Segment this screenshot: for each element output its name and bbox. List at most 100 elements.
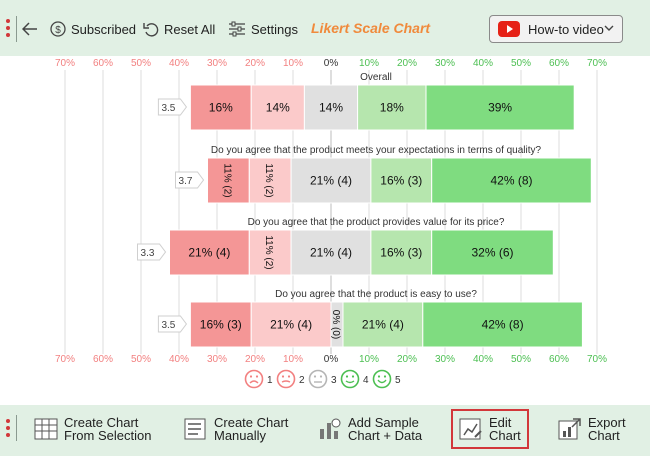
data-label: 16% <box>209 101 233 115</box>
legend-label: 2 <box>299 375 305 386</box>
undo-icon <box>143 23 159 37</box>
x-tick-label: 20% <box>245 58 265 69</box>
data-label: 21% (4) <box>310 174 352 188</box>
data-label: 16% (3) <box>200 318 242 332</box>
data-label: 16% (3) <box>380 246 422 260</box>
question-label: Do you agree that the product meets your… <box>211 145 542 156</box>
x-tick-label: 10% <box>283 58 303 69</box>
x-tick-label: 70% <box>587 58 607 69</box>
x-tick-label: 70% <box>587 354 607 365</box>
x-tick-label: 60% <box>93 354 113 365</box>
x-tick-label: 30% <box>435 354 455 365</box>
happy-face-icon <box>372 369 392 389</box>
sad-face-icon <box>276 369 296 389</box>
table-icon <box>34 418 58 440</box>
data-label: 21% (4) <box>310 246 352 260</box>
x-tick-label: 10% <box>359 354 379 365</box>
subscribed-label: Subscribed <box>71 21 137 37</box>
legend-label: 5 <box>395 375 401 386</box>
data-label: 32% (6) <box>471 246 513 260</box>
x-tick-label: 60% <box>549 354 569 365</box>
export-chart-icon <box>558 418 581 440</box>
x-tick-label: 30% <box>207 58 227 69</box>
bar-chart-sample-icon <box>320 418 341 439</box>
create-chart-from-selection-button[interactable]: Create Chart From Selection <box>34 413 151 445</box>
question-label: Do you agree that the product is easy to… <box>275 289 477 300</box>
edit-chart-line2: Chart <box>489 428 521 443</box>
x-tick-label: 40% <box>473 354 493 365</box>
divider <box>16 415 17 441</box>
grip-handle-icon[interactable] <box>6 419 10 437</box>
x-tick-label: 30% <box>435 58 455 69</box>
legend-label: 3 <box>331 375 337 386</box>
x-tick-label: 40% <box>169 354 189 365</box>
score-label: 3.7 <box>179 176 193 187</box>
subscribed-button[interactable]: $ Subscribed <box>50 18 136 40</box>
grip-handle-icon[interactable] <box>6 19 10 37</box>
x-tick-label: 70% <box>55 58 75 69</box>
data-label: 14% <box>319 101 343 115</box>
score-label: 3.3 <box>141 248 155 259</box>
bottom-toolbar: Create Chart From Selection Create Chart M… <box>0 405 650 456</box>
data-label: 14% <box>266 101 290 115</box>
likert-row: Do you agree that the product meets your… <box>175 145 592 204</box>
data-label: 18% <box>380 101 404 115</box>
likert-chart: 70% 60% 50% 40% 30% 20% 10% 0% 10% 20% 30% 40% 50% 60… <box>55 58 607 389</box>
x-tick-label: 40% <box>169 58 189 69</box>
how-to-video-dropdown[interactable]: How-to video <box>489 15 623 43</box>
legend-label: 1 <box>267 375 273 386</box>
create-manually-line2: Manually <box>214 428 267 443</box>
chevron-down-icon <box>604 25 614 31</box>
list-edit-icon <box>184 418 206 440</box>
data-label: 11% (2) <box>263 163 274 197</box>
settings-button[interactable]: Settings <box>228 18 298 40</box>
youtube-icon <box>498 21 520 37</box>
x-tick-label: 20% <box>397 354 417 365</box>
arrow-left-icon <box>22 22 37 36</box>
dollar-circle-icon: $ <box>50 21 66 37</box>
reset-all-label: Reset All <box>164 21 216 37</box>
x-axis-top: 70% 60% 50% 40% 30% 20% 10% 0% 10% 20% 30% 40% 50% 60… <box>55 58 607 69</box>
question-label: Do you agree that the product provides v… <box>248 217 505 228</box>
create-from-selection-line2: From Selection <box>64 428 152 443</box>
data-label: 39% <box>488 101 512 115</box>
add-sample-chart-button[interactable]: Add Sample Chart + Data <box>318 413 422 445</box>
reset-all-button[interactable]: Reset All <box>143 18 215 40</box>
neutral-face-icon <box>308 369 328 389</box>
x-tick-label: 50% <box>511 354 531 365</box>
x-tick-label: 30% <box>207 354 227 365</box>
sliders-icon <box>229 21 245 37</box>
divider <box>16 16 17 42</box>
likert-row: Do you agree that the product is easy to… <box>157 289 583 348</box>
x-tick-label: 20% <box>397 58 417 69</box>
chart-rows: Overall 3.5 16% 14% 14% 18% 39% Do you agree th… <box>137 72 592 348</box>
create-chart-manually-button[interactable]: Create Chart Manually <box>184 413 288 445</box>
add-sample-line2: Chart + Data <box>348 428 423 443</box>
x-tick-label: 20% <box>245 354 265 365</box>
x-tick-label: 60% <box>93 58 113 69</box>
x-tick-label: 0% <box>324 354 339 365</box>
x-tick-label: 40% <box>473 58 493 69</box>
data-label: 11% (2) <box>263 235 274 269</box>
x-tick-label: 70% <box>55 354 75 365</box>
edit-chart-button[interactable]: Edit Chart <box>451 409 529 449</box>
how-to-video-label: How-to video <box>528 21 604 37</box>
x-tick-label: 50% <box>511 58 531 69</box>
data-label: 21% (4) <box>362 318 404 332</box>
x-tick-label: 0% <box>324 58 339 69</box>
chart-legend: 1 2 3 4 5 <box>244 369 401 389</box>
back-button[interactable] <box>22 18 38 40</box>
export-chart-button[interactable]: Export Chart <box>558 413 626 445</box>
data-label: 16% (3) <box>380 174 422 188</box>
smile-face-icon <box>340 369 360 389</box>
data-label: 0% (0) <box>330 310 341 339</box>
app-title: Likert Scale Chart <box>311 20 431 36</box>
data-label: 11% (2) <box>221 163 232 197</box>
x-tick-label: 10% <box>283 354 303 365</box>
likert-row: Do you agree that the product provides v… <box>137 217 554 276</box>
score-label: 3.5 <box>161 320 175 331</box>
x-tick-label: 50% <box>131 354 151 365</box>
x-tick-label: 10% <box>359 58 379 69</box>
export-chart-line2: Chart <box>588 428 620 443</box>
x-tick-label: 50% <box>131 58 151 69</box>
